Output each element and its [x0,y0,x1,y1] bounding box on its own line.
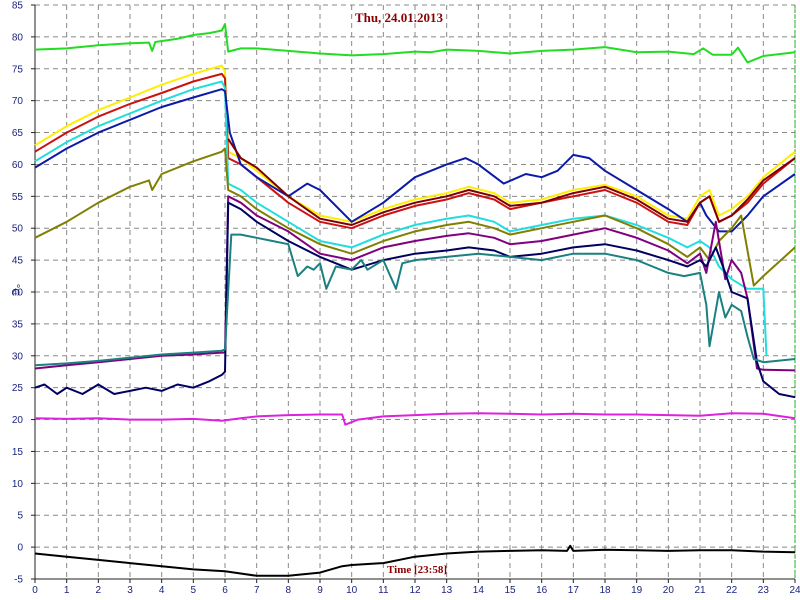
x-tick-label: 1 [64,585,70,596]
x-tick-label: 16 [536,585,548,596]
x-tick-label: 3 [127,585,133,596]
y-tick-label: 50 [12,224,24,235]
y-tick-label: 0 [17,543,23,554]
x-tick-label: 18 [599,585,611,596]
x-tick-label: 19 [631,585,643,596]
y-tick-label: 10 [12,479,24,490]
x-tick-label: 4 [159,585,165,596]
x-tick-label: 12 [409,585,421,596]
y-tick-label: 35 [12,319,24,330]
y-tick-label: 75 [12,64,24,75]
y-axis-label: °C [9,284,21,296]
x-tick-label: 14 [473,585,485,596]
y-tick-label: 70 [12,96,24,107]
x-tick-label: 22 [726,585,738,596]
x-tick-label: 7 [254,585,260,596]
y-tick-label: 80 [12,32,24,43]
x-tick-label: 23 [758,585,770,596]
x-tick-label: 11 [378,585,389,596]
y-tick-label: 25 [12,383,24,394]
x-tick-label: 6 [222,585,228,596]
x-tick-label: 17 [568,585,580,596]
x-tick-label: 8 [286,585,292,596]
y-tick-label: 55 [12,192,24,203]
x-tick-label: 5 [191,585,197,596]
x-tick-label: 20 [663,585,675,596]
y-tick-label: 20 [12,415,24,426]
y-tick-label: -5 [14,575,23,586]
x-tick-label: 0 [32,585,38,596]
y-tick-label: 65 [12,128,24,139]
x-tick-label: 10 [346,585,358,596]
y-tick-label: 5 [17,511,23,522]
x-tick-label: 21 [694,585,706,596]
x-tick-label: 13 [441,585,453,596]
x-tick-label: 9 [317,585,323,596]
x-tick-label: 15 [504,585,516,596]
y-tick-label: 30 [12,351,24,362]
y-tick-label: 85 [12,1,24,12]
plot-background [0,0,800,600]
y-tick-label: 60 [12,160,24,171]
y-tick-label: 15 [12,447,24,458]
x-axis-label: Time [23:58] [387,564,447,576]
x-tick-label: 24 [789,585,800,596]
x-tick-label: 2 [96,585,102,596]
chart-title: Thu, 24.01.2013 [355,10,444,25]
y-tick-label: 45 [12,256,24,267]
temperature-chart: 0 1 2 3 4 5 6 7 8 9 10 11 12 13 14 15 16 17 18 19 20 21 22 23 24… [0,0,800,600]
